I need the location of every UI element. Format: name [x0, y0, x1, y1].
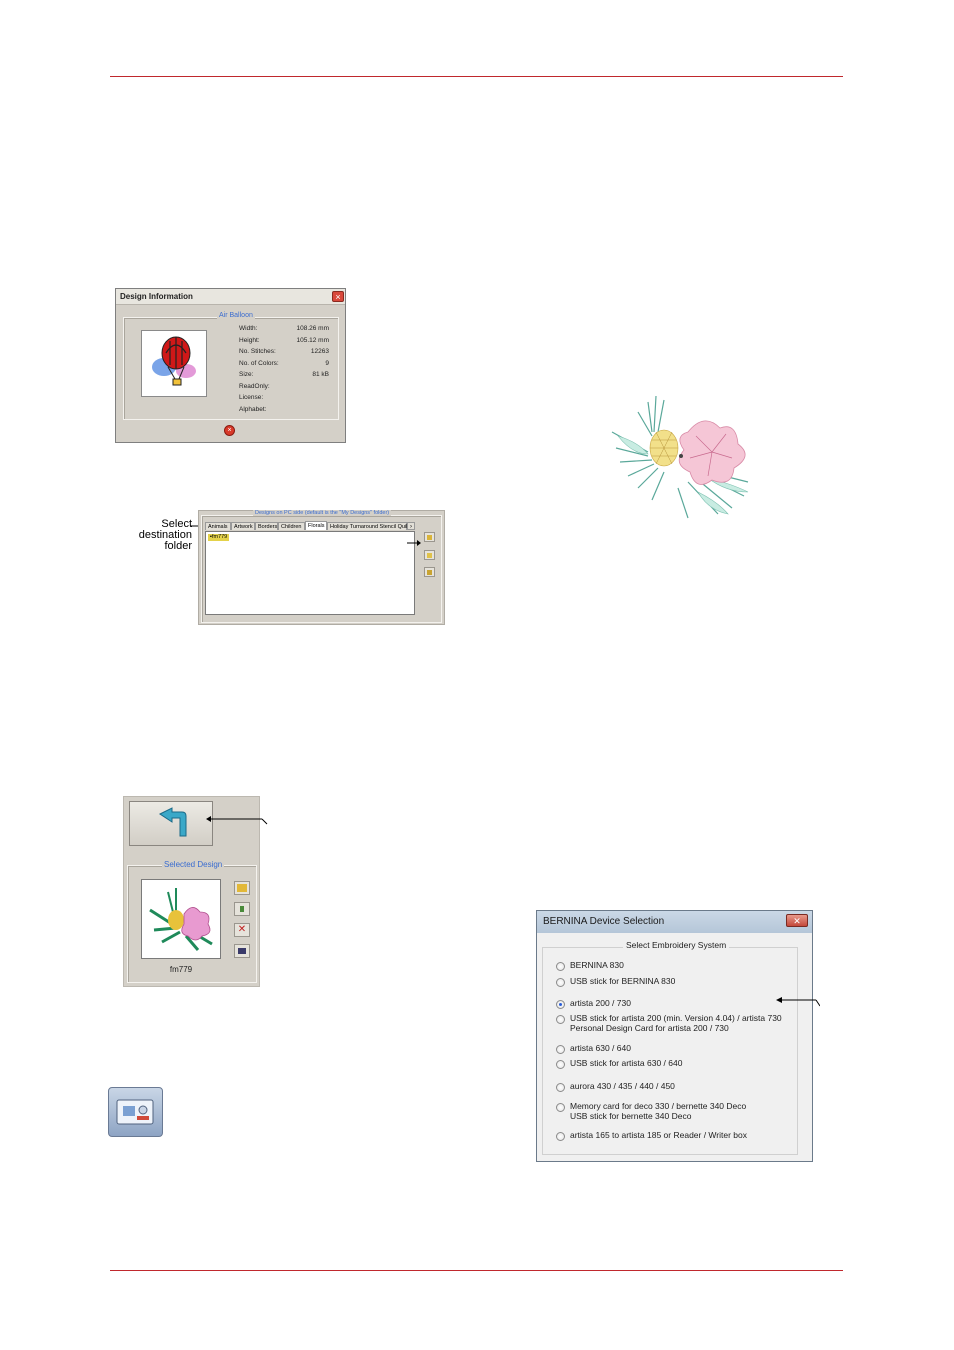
edit-design-button[interactable] [234, 902, 250, 916]
radio-button[interactable] [556, 1015, 565, 1024]
info-label: Width: [239, 325, 258, 332]
callout-arrow-icon [776, 997, 820, 1007]
radio-option-label[interactable]: artista 200 / 730 [570, 998, 631, 1008]
open-design-button[interactable] [234, 881, 250, 895]
tab-artwork[interactable]: Artwork [231, 522, 255, 530]
hot-air-balloon-icon [152, 336, 196, 386]
device-selection-icon[interactable] [108, 1087, 163, 1137]
radio-option-label[interactable]: artista 165 to artista 185 or Reader / W… [570, 1130, 747, 1140]
tab-florals[interactable]: Florals [305, 521, 327, 530]
radio-button[interactable] [556, 978, 565, 987]
bernina-device-selection-dialog: BERNINA Device Selection ✕ Select Embroi… [536, 910, 813, 1162]
info-value: 105.12 mm [296, 336, 329, 344]
tab-animals[interactable]: Animals [205, 522, 231, 530]
folder-panel: Designs on PC side (default is the "My D… [198, 510, 445, 625]
close-icon[interactable]: × [332, 291, 344, 302]
radio-button[interactable] [556, 1000, 565, 1009]
back-arrow-icon [159, 807, 187, 837]
radio-option-label[interactable]: aurora 430 / 435 / 440 / 450 [570, 1081, 675, 1091]
design-thumbnail [141, 330, 207, 397]
radio-option-label[interactable]: Memory card for deco 330 / bernette 340 … [570, 1101, 746, 1111]
design-name: Air Balloon [217, 312, 255, 319]
list-item[interactable]: ▪fm779 [208, 534, 230, 541]
info-label: Size: [239, 371, 254, 378]
footer-rule [110, 1270, 843, 1271]
tab-scroll-arrows[interactable]: › [407, 522, 415, 530]
radio-button[interactable] [556, 1103, 565, 1112]
open-folder-button[interactable] [424, 550, 435, 560]
folder-group-title: Designs on PC side (default is the "My D… [253, 510, 392, 516]
radio-option-label[interactable]: USB stick for artista 200 (min. Version … [570, 1013, 782, 1023]
tab-children[interactable]: Children [278, 522, 305, 530]
tab-holiday[interactable]: Holiday Turnaround Stencil Quil [327, 522, 407, 530]
header-rule [110, 76, 843, 77]
selected-design-title: Selected Design [162, 860, 225, 869]
tab-borders[interactable]: Borders [255, 522, 278, 530]
new-folder-button[interactable] [424, 532, 435, 542]
radio-option-label[interactable]: artista 630 / 640 [570, 1043, 631, 1053]
back-button[interactable] [129, 801, 213, 846]
info-value: 81 kB [312, 371, 329, 378]
delete-design-button[interactable]: ✕ [234, 923, 250, 937]
radio-button[interactable] [556, 962, 565, 971]
info-value: 9 [325, 359, 329, 367]
list-item-label: fm779 [211, 534, 228, 540]
callout-select-destination-folder: Select destination folder [138, 518, 192, 552]
radio-option-label[interactable]: BERNINA 830 [570, 960, 624, 970]
info-label: License: [239, 394, 264, 401]
folder-list[interactable]: ▪fm779 [205, 531, 415, 615]
info-label: Height: [239, 336, 260, 344]
bernina-dialog-title: BERNINA Device Selection [537, 911, 812, 933]
info-value: 12263 [310, 348, 329, 355]
embroidery-system-title: Select Embroidery System [623, 940, 730, 950]
save-design-button[interactable] [234, 944, 250, 958]
close-circle-icon[interactable]: × [224, 425, 235, 436]
selected-design-name: fm779 [169, 965, 193, 974]
radio-button[interactable] [556, 1083, 565, 1092]
radio-button[interactable] [556, 1132, 565, 1141]
info-label: Alphabet: [239, 405, 267, 413]
radio-button[interactable] [556, 1060, 565, 1069]
folder-properties-button[interactable] [424, 567, 435, 577]
close-icon[interactable]: ✕ [786, 914, 808, 927]
embroidery-machine-icon [116, 1099, 154, 1125]
radio-option-label[interactable]: USB stick for artista 630 / 640 [570, 1058, 682, 1068]
selected-design-thumbnail [141, 879, 221, 959]
info-label: ReadOnly: [239, 382, 270, 390]
folder-tabs: Animals Artwork Borders Children Florals Holi… [205, 521, 415, 531]
radio-option-label-2[interactable]: Personal Design Card for artista 200 / 7… [570, 1023, 729, 1033]
floral-embroidery-image [611, 395, 749, 519]
design-information-dialog: Design Information × Air Balloon × Width… [115, 288, 346, 443]
radio-button[interactable] [556, 1045, 565, 1054]
floral-thumbnail-icon [149, 888, 213, 951]
radio-option-label[interactable]: USB stick for BERNINA 830 [570, 976, 675, 986]
info-label: No. of Colors: [239, 359, 279, 367]
dialog-title: Design Information [116, 289, 345, 305]
arrow-icon [407, 540, 421, 546]
callout-line [206, 816, 268, 825]
info-label: No. Stitches: [239, 348, 276, 355]
radio-option-label-2[interactable]: USB stick for bernette 340 Deco [570, 1111, 691, 1121]
info-value: 108.26 mm [296, 325, 329, 332]
